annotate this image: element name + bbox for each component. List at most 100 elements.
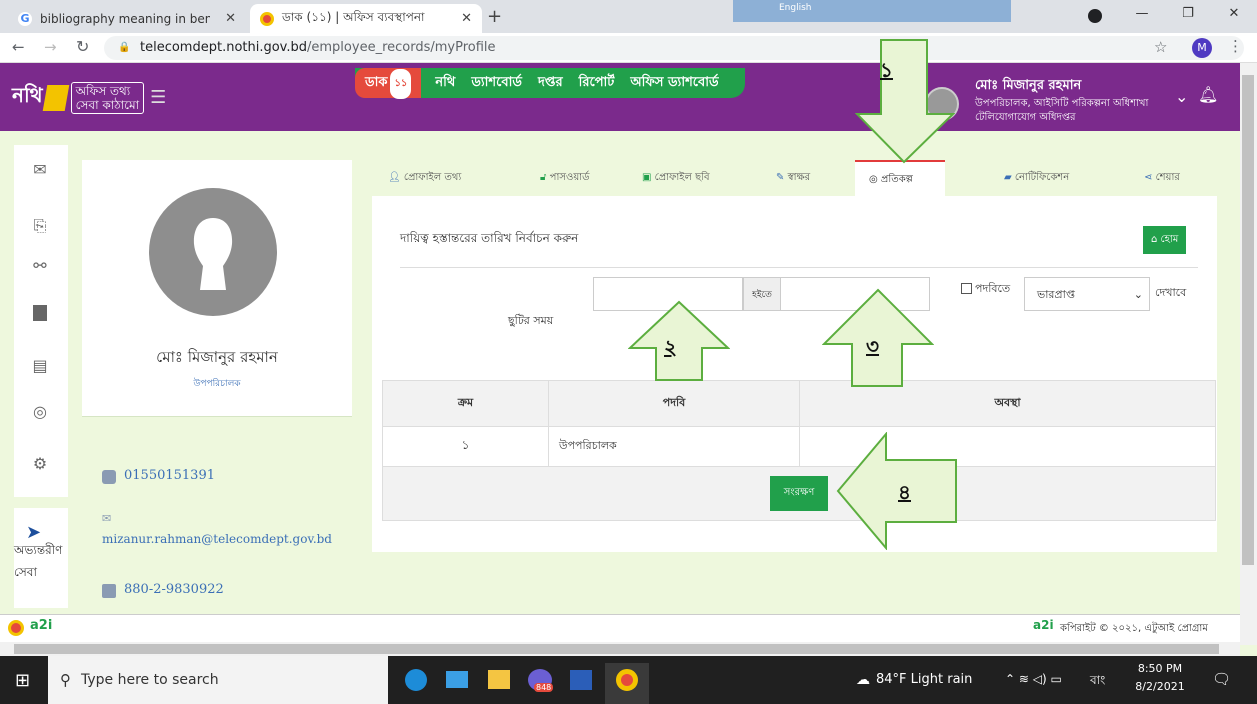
maximize-icon[interactable]: ❐ [1165,0,1211,33]
annotation-arrow-4 [836,432,957,550]
tab-notification[interactable]: ▰ নোটিফিকেশন [1004,160,1069,196]
tab-share[interactable]: ⋖ শেয়ার [1144,160,1180,196]
logo-subtitle: অফিস তথ্য সেবা কাঠামো [70,81,145,114]
mail-app-icon[interactable] [446,671,468,688]
browser-tab-title: bibliography meaning in bengali [40,11,210,26]
envelope-icon[interactable]: ✉ [31,161,49,179]
files-icon[interactable]: ⎘ [31,217,49,235]
windows-start-icon[interactable]: ⊞ [15,670,30,691]
unlock-icon: 🔓︎ [540,172,547,183]
forward-icon[interactable]: → [44,38,57,56]
app-header: নথি অফিস তথ্য সেবা কাঠামো ☰ ডাক ১১ নথি ড্… [0,63,1240,131]
mail-icon: ✉ [102,512,112,525]
save-button[interactable]: সংরক্ষণ [769,476,829,511]
close-window-icon[interactable]: ✕ [1211,0,1257,33]
language-toolbar-overlay: English [733,0,1011,22]
clock-time[interactable]: 8:50 PM [1130,662,1190,675]
silhouette-icon [193,218,233,290]
select-value: ভারপ্রাপ্ত [1037,288,1075,301]
table-header-row: ক্রম পদবি অবস্থা [382,380,1216,427]
checkbox-label: পদবিতে [975,282,1011,295]
close-tab-icon[interactable]: ✕ [461,11,472,26]
logo-sub1: অফিস তথ্য [75,83,131,98]
top-nav: ডাক ১১ নথি ড্যাশবোর্ড দপ্তর রিপোর্ট অফিস … [355,68,745,99]
tab-substitute[interactable]: ◎ প্রতিকল্প [855,160,945,196]
back-icon[interactable]: ← [12,38,25,56]
user-info[interactable]: মোঃ মিজানুর রহমান উপপরিচালক, আইসিটি পরিক… [975,76,1148,125]
share-icon: ⋖ [1144,172,1153,183]
annotation-arrow-1 [855,39,955,164]
nav-nothi[interactable]: নথি [427,73,463,94]
chevron-down-icon: ⌄ [1133,288,1143,301]
tab-profile-info[interactable]: 👤︎ প্রোফাইল তথ্য [388,160,461,196]
scroll-thumb[interactable] [14,644,1219,654]
explorer-icon[interactable] [488,670,510,689]
hamburger-icon[interactable]: ☰ [150,87,166,108]
logo-sub2: সেবা কাঠামো [75,97,140,112]
tab-signature[interactable]: ✎ স্বাক্ষর [776,160,810,196]
bell-icon[interactable]: 🔔︎ [1198,85,1218,104]
service-label: সেবা [14,565,37,579]
browser-tab-bar: G bibliography meaning in bengali ✕ ডাক … [0,0,1257,33]
image-icon: ▣ [642,172,652,183]
substitute-table: ক্রম পদবি অবস্থা ১ উপপরিচালক সংরক্ষণ [382,380,1216,521]
notification-center-icon[interactable]: 🗨︎ [1212,670,1231,688]
tab-password[interactable]: 🔓︎ পাসওয়ার্ড [540,160,589,196]
internal-services[interactable]: ➤ অভ্যন্তরীণ সেবা [14,508,68,608]
new-tab-button[interactable]: + [487,6,502,27]
nav-doptor[interactable]: দপ্তর [530,73,571,94]
nav-office-dashboard[interactable]: অফিস ড্যাশবোর্ড [622,73,726,94]
vertical-scrollbar[interactable] [1240,63,1257,645]
scroll-thumb[interactable] [1242,75,1254,565]
settings-icon[interactable]: ⚙ [31,455,49,473]
weather-text[interactable]: 84°F Light rain [876,672,972,687]
logo[interactable]: নথি অফিস তথ্য সেবা কাঠামো ☰ [12,81,166,114]
profile-name: মোঃ মিজানুর রহমান [156,348,278,366]
chevron-down-icon[interactable]: ⌄ [1175,87,1188,106]
tray-icons[interactable]: ⌃ ≋ ◁) ▭ [1005,672,1062,686]
taskbar: ⊞ ⚲ Type here to search 848 ☁ 84°F Light… [0,656,1257,704]
bookmark-star-icon[interactable]: ☆ [1154,38,1167,56]
table-row: ১ উপপরিচালক [382,426,1216,467]
cell-designation: উপপরিচালক [548,426,800,467]
profile-summary: মোঃ মিজানুর রহমান উপপরিচালক [82,160,352,416]
signature-icon: ✎ [776,172,785,183]
paper-plane-icon: ➤ [26,522,42,543]
browser-menu-icon[interactable]: ⋮ [1228,37,1243,55]
tab-profile-photo[interactable]: ▣ প্রোফাইল ছবি [642,160,710,196]
binoculars-icon[interactable]: ⚯ [31,257,49,275]
edge-icon[interactable] [405,669,427,691]
nav-dashboard[interactable]: ড্যাশবোর্ড [463,73,530,94]
clock-date[interactable]: 8/2/2021 [1130,680,1190,693]
word-icon[interactable] [570,670,592,690]
clipboard-icon[interactable]: ▤ [31,357,49,375]
extension-icon[interactable] [1088,9,1102,23]
govt-logo-icon [8,620,24,636]
browser-tab-google[interactable]: G bibliography meaning in bengali ✕ [8,4,246,33]
language-indicator[interactable]: বাং [1090,672,1105,692]
help-icon[interactable]: ◎ [31,403,49,421]
profile-avatar[interactable]: M [1192,38,1212,58]
close-tab-icon[interactable]: ✕ [225,11,236,26]
search-placeholder: Type here to search [81,672,219,688]
internal-label: অভ্যন্তরীণ [14,543,63,557]
browser-tab-nothi[interactable]: ডাক (১১) | অফিস ব্যবস্থাপনা ✕ [250,4,482,33]
designation-checkbox[interactable] [961,283,972,294]
tab-label: শেয়ার [1155,172,1180,183]
chrome-icon [616,669,638,691]
logo-text: নথি [12,83,43,107]
leave-period-label: ছুটির সময় [508,314,554,327]
nav-dak[interactable]: ডাক ১১ [355,68,422,99]
acting-select[interactable]: ভারপ্রাপ্ত ⌄ [1024,277,1150,311]
book-icon[interactable] [33,305,47,321]
home-button[interactable]: ⌂ হোম [1143,226,1187,254]
minimize-icon[interactable]: — [1119,0,1165,33]
reload-icon[interactable]: ↻ [76,37,89,56]
horizontal-scrollbar[interactable] [0,642,1240,656]
nothi-icon [260,11,274,26]
annotation-number-2: ২ [664,335,678,359]
taskbar-search[interactable]: ⚲ Type here to search [48,656,388,704]
url-input[interactable]: 🔒 telecomdept.nothi.gov.bd/employee_reco… [104,36,1244,60]
nav-report[interactable]: রিপোর্ট [571,73,623,94]
notification-icon: ▰ [1004,172,1012,183]
